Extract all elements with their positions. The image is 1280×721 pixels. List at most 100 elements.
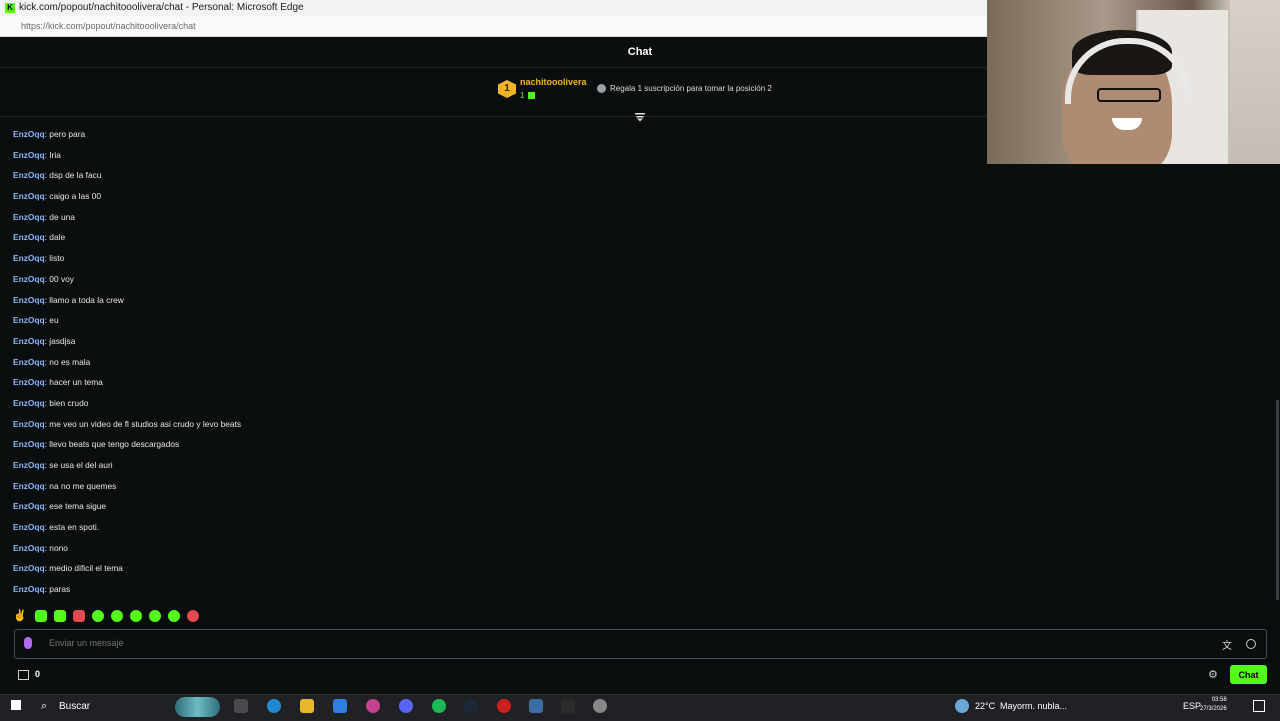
chat-message: EnzOqq: se usa el del auri [13,458,973,479]
message-username[interactable]: EnzOqq [13,150,45,160]
edge-icon[interactable] [267,699,281,713]
chat-message: EnzOqq: pero para [13,127,973,148]
message-username[interactable]: EnzOqq [13,170,45,180]
message-text: listo [49,253,65,264]
search-icon[interactable]: ⌕ [41,700,47,713]
message-username[interactable]: EnzOqq [13,129,45,139]
message-text: medio dificil el tema [49,563,123,574]
chat-message: EnzOqq: dsp de la facu [13,168,973,189]
emoji-icon[interactable] [1246,639,1256,649]
red-emote-icon[interactable] [73,610,85,622]
taskbar-clock[interactable]: 03:58 27/3/2026 [1200,696,1227,714]
channel-points-count: 0 [35,669,41,679]
wave-emote-icon[interactable]: ✌ [13,610,27,622]
chat-message: EnzOqq: 00 voy [13,272,973,293]
chat-message: EnzOqq: bien crudo [13,396,973,417]
message-username[interactable]: EnzOqq [13,274,45,284]
message-text: caigo a las 00 [49,191,101,202]
chat-message: EnzOqq: nono [13,541,973,562]
message-text: na no me quemes [49,480,117,491]
message-text: nono [49,542,68,553]
message-username[interactable]: EnzOqq [13,212,45,222]
top-gifter-name[interactable]: nachitooolivera [520,77,587,87]
game-app-icon[interactable] [497,699,511,713]
spotify-icon[interactable] [432,699,446,713]
translate-icon[interactable]: 文 [1222,637,1232,652]
message-username[interactable]: EnzOqq [13,563,45,573]
message-username[interactable]: EnzOqq [13,522,45,532]
webcam-door [1230,0,1280,164]
discord-icon[interactable] [399,699,413,713]
message-text: jasdjsa [49,335,76,346]
kick-emote-icon[interactable] [111,610,123,622]
message-username[interactable]: EnzOqq [13,232,45,242]
chat-input[interactable] [47,637,1201,649]
message-username[interactable]: EnzOqq [13,191,45,201]
message-username[interactable]: EnzOqq [13,336,45,346]
message-username[interactable]: EnzOqq [13,439,45,449]
message-text: Iria [49,149,61,160]
chat-message: EnzOqq: medio dificil el tema [13,561,973,582]
kick-emote-icon[interactable] [168,610,180,622]
webcam-glasses [1097,88,1161,102]
steam-icon[interactable] [464,699,478,713]
message-text: esta en spoti. [49,522,100,533]
message-username[interactable]: EnzOqq [13,315,45,325]
chat-message: EnzOqq: llevo beats que tengo descargado… [13,437,973,458]
message-username[interactable]: EnzOqq [13,584,45,594]
kick-emote-icon[interactable] [92,610,104,622]
file-explorer-icon[interactable] [300,699,314,713]
message-username[interactable]: EnzOqq [13,253,45,263]
language-indicator[interactable]: ESP [1183,701,1201,711]
epic-games-icon[interactable] [561,699,575,713]
message-text: me veo un video de fl studios asi crudo … [49,418,242,429]
subscription-icon [597,84,606,93]
chat-scrollbar[interactable] [1276,400,1279,600]
filter-icon[interactable] [634,112,646,122]
kick-emote-icon[interactable] [54,610,66,622]
message-username[interactable]: EnzOqq [13,419,45,429]
task-view-icon[interactable] [234,699,248,713]
kick-emote-icon[interactable] [130,610,142,622]
message-text: 00 voy [49,273,74,284]
chat-message: EnzOqq: na no me quemes [13,479,973,500]
message-username[interactable]: EnzOqq [13,460,45,470]
channel-points-icon[interactable] [18,670,29,680]
message-text: llamo a toda la crew [49,294,124,305]
gift-count: 1 [520,91,525,100]
message-text: paras [49,584,71,595]
message-text: dale [49,232,66,243]
taskbar-search-label[interactable]: Buscar [59,701,90,712]
weather-desc[interactable]: Mayorm. nubla... [1000,701,1067,711]
weather-temp[interactable]: 22°C [975,701,995,711]
store-icon[interactable] [333,699,347,713]
windows-start-icon[interactable] [11,700,21,710]
message-username[interactable]: EnzOqq [13,357,45,367]
send-chat-button[interactable]: Chat [1230,665,1267,684]
opera-icon[interactable] [366,699,380,713]
notification-icon[interactable] [1253,700,1265,712]
kick-emote-icon[interactable] [35,610,47,622]
message-text: bien crudo [49,397,89,408]
message-username[interactable]: EnzOqq [13,481,45,491]
gift-sub-cta[interactable]: Regala 1 suscripción para tomar la posic… [610,84,772,93]
mic-icon[interactable] [24,637,32,649]
message-username[interactable]: EnzOqq [13,398,45,408]
message-username[interactable]: EnzOqq [13,543,45,553]
gear-icon[interactable]: ⚙ [1208,668,1218,681]
message-username[interactable]: EnzOqq [13,295,45,305]
chat-message: EnzOqq: jasdjsa [13,334,973,355]
chat-message: EnzOqq: eu [13,313,973,334]
message-text: ese tema sigue [49,501,107,512]
url-text[interactable]: https://kick.com/popout/nachitooolivera/… [21,16,196,36]
message-username[interactable]: EnzOqq [13,501,45,511]
message-username[interactable]: EnzOqq [13,377,45,387]
search-highlight-image [175,697,220,717]
red-emote-icon[interactable] [187,610,199,622]
kick-logo-icon: K [5,3,15,13]
kick-emote-icon[interactable] [149,610,161,622]
obs-icon[interactable] [593,699,607,713]
calculator-icon[interactable] [529,699,543,713]
chat-message: EnzOqq: me veo un video de fl studios as… [13,417,973,438]
chat-message: EnzOqq: llamo a toda la crew [13,293,973,314]
